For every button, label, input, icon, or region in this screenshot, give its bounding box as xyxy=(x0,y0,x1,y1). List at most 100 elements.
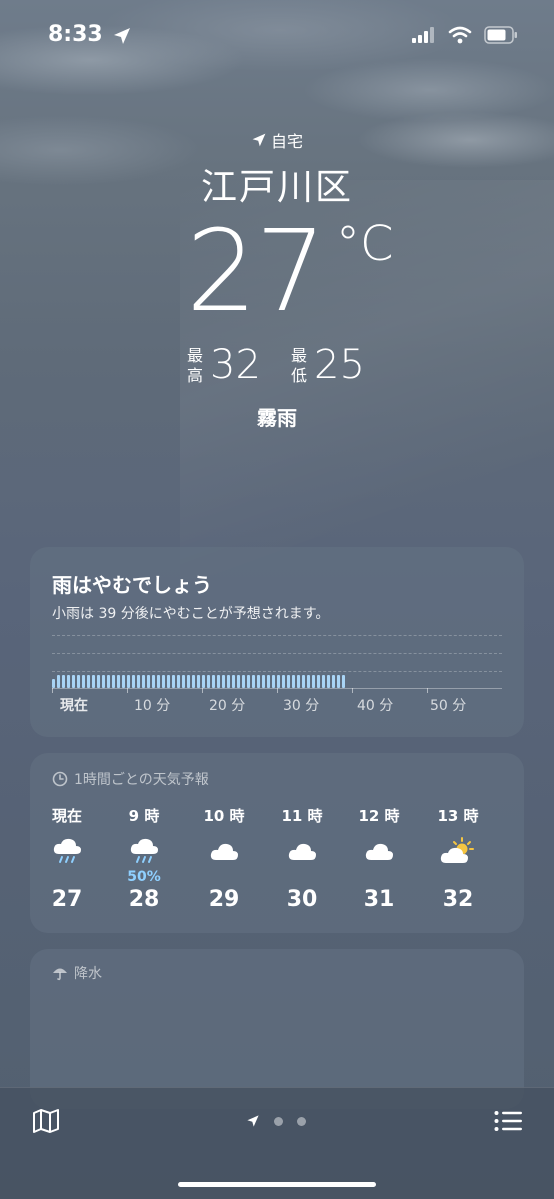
rain-bar xyxy=(252,675,255,688)
location-services-icon xyxy=(114,28,130,44)
hourly-forecast-card[interactable]: 1時間ごとの天気予報 現在 27 9 時 50% 28 10 時 29 11 時… xyxy=(30,753,524,933)
axis-label-40: 40 分 xyxy=(357,698,394,714)
bottom-toolbar xyxy=(0,1087,554,1199)
page-indicator[interactable] xyxy=(246,1114,306,1128)
precip-card-title: 雨はやむでしょう xyxy=(52,573,212,597)
rain-bar xyxy=(337,675,340,688)
axis-label-50: 50 分 xyxy=(430,698,467,714)
rain-bar xyxy=(272,675,275,688)
precip-probability xyxy=(349,869,409,887)
chart-gridline xyxy=(52,653,502,654)
hourly-item: 9 時 50% 28 xyxy=(114,805,174,912)
location-arrow-icon xyxy=(252,133,266,147)
location-list-icon[interactable] xyxy=(494,1110,522,1132)
axis-tick xyxy=(52,688,53,693)
rain-bar xyxy=(327,675,330,688)
rain-bar xyxy=(307,675,310,688)
hour-label: 12 時 xyxy=(358,807,400,825)
rain-bar xyxy=(167,675,170,688)
rain-bar xyxy=(312,675,315,688)
rain-bar xyxy=(92,675,95,688)
hour-label: 10 時 xyxy=(203,807,245,825)
rain-bar xyxy=(192,675,195,688)
rain-bar xyxy=(127,675,130,688)
rain-bar xyxy=(302,675,305,688)
rain-bar xyxy=(137,675,140,688)
chart-gridline xyxy=(52,671,502,672)
precip-probability xyxy=(194,869,254,887)
hourly-item: 11 時 30 xyxy=(272,805,332,912)
current-weather-header: 自宅 江戸川区 xyxy=(0,128,554,210)
clock-icon xyxy=(52,771,68,787)
rain-intensity-bars xyxy=(52,674,345,688)
status-bar: 8:33 xyxy=(0,0,554,70)
hour-temperature: 32 xyxy=(442,887,474,912)
rain-cloud-icon xyxy=(130,838,158,863)
rain-bar xyxy=(97,675,100,688)
precipitation-card[interactable]: 降水 xyxy=(30,949,524,1109)
weather-condition: 霧雨 xyxy=(257,406,297,430)
current-location-page-icon[interactable] xyxy=(246,1114,260,1128)
page-dot[interactable] xyxy=(274,1116,283,1126)
rain-bar xyxy=(287,675,290,688)
next-hour-precipitation-card[interactable]: 雨はやむでしょう 小雨は 39 分後にやむことが予想されます。 現在 10 分 … xyxy=(30,547,524,737)
rain-bar xyxy=(77,675,80,688)
precip-probability xyxy=(428,869,488,887)
hour-temperature: 31 xyxy=(363,887,395,912)
rain-bar xyxy=(82,675,85,688)
rain-bar xyxy=(277,675,280,688)
home-location-row: 自宅 xyxy=(0,128,554,152)
status-time: 8:33 xyxy=(48,22,103,47)
map-icon[interactable] xyxy=(32,1108,60,1134)
current-temperature: 27 xyxy=(186,207,327,337)
rain-bar xyxy=(342,675,345,688)
rain-bar xyxy=(317,675,320,688)
home-indicator[interactable] xyxy=(178,1182,376,1187)
rain-bar xyxy=(147,675,150,688)
hourly-forecast-title: 1時間ごとの天気予報 xyxy=(74,772,209,788)
rain-bar xyxy=(162,675,165,688)
high-low-temperature: 最 高 32 最 低 25 xyxy=(0,342,554,392)
rain-bar xyxy=(67,675,70,688)
rain-bar xyxy=(117,675,120,688)
rain-bar xyxy=(222,675,225,688)
hour-label: 9 時 xyxy=(128,807,160,825)
axis-tick xyxy=(202,688,203,693)
rain-bar xyxy=(262,675,265,688)
hour-temperature: 28 xyxy=(128,887,160,912)
axis-label-20: 20 分 xyxy=(209,698,246,714)
hour-temperature: 30 xyxy=(286,887,318,912)
low-temperature: 25 xyxy=(314,342,365,388)
high-temperature: 32 xyxy=(210,342,261,388)
temperature-unit: °C xyxy=(336,216,394,272)
axis-tick xyxy=(127,688,128,693)
high-label-bottom: 高 xyxy=(186,366,203,385)
low-label-top: 最 xyxy=(290,346,307,365)
precipitation-header: 降水 xyxy=(52,963,102,983)
rain-bar xyxy=(142,675,145,688)
rain-bar xyxy=(87,675,90,688)
axis-label-now: 現在 xyxy=(60,698,88,714)
axis-tick xyxy=(277,688,278,693)
rain-bar xyxy=(297,675,300,688)
axis-label-30: 30 分 xyxy=(283,698,320,714)
hourly-forecast-header: 1時間ごとの天気予報 xyxy=(52,769,209,789)
rain-bar xyxy=(122,675,125,688)
axis-tick xyxy=(352,688,353,693)
hour-label: 11 時 xyxy=(281,807,323,825)
rain-bar xyxy=(197,675,200,688)
cellular-signal-icon xyxy=(412,27,434,43)
rain-bar xyxy=(182,675,185,688)
rain-bar xyxy=(217,675,220,688)
rain-cloud-icon xyxy=(53,838,81,863)
precip-probability xyxy=(37,869,97,887)
rain-bar xyxy=(212,675,215,688)
rain-bar xyxy=(172,675,175,688)
hourly-item: 13 時 32 xyxy=(428,805,488,912)
page-dot[interactable] xyxy=(297,1116,306,1126)
rain-bar xyxy=(267,675,270,688)
hourly-item: 12 時 31 xyxy=(349,805,409,912)
rain-bar xyxy=(52,679,55,688)
hour-label: 現在 xyxy=(51,807,82,825)
hour-label: 13 時 xyxy=(437,807,479,825)
